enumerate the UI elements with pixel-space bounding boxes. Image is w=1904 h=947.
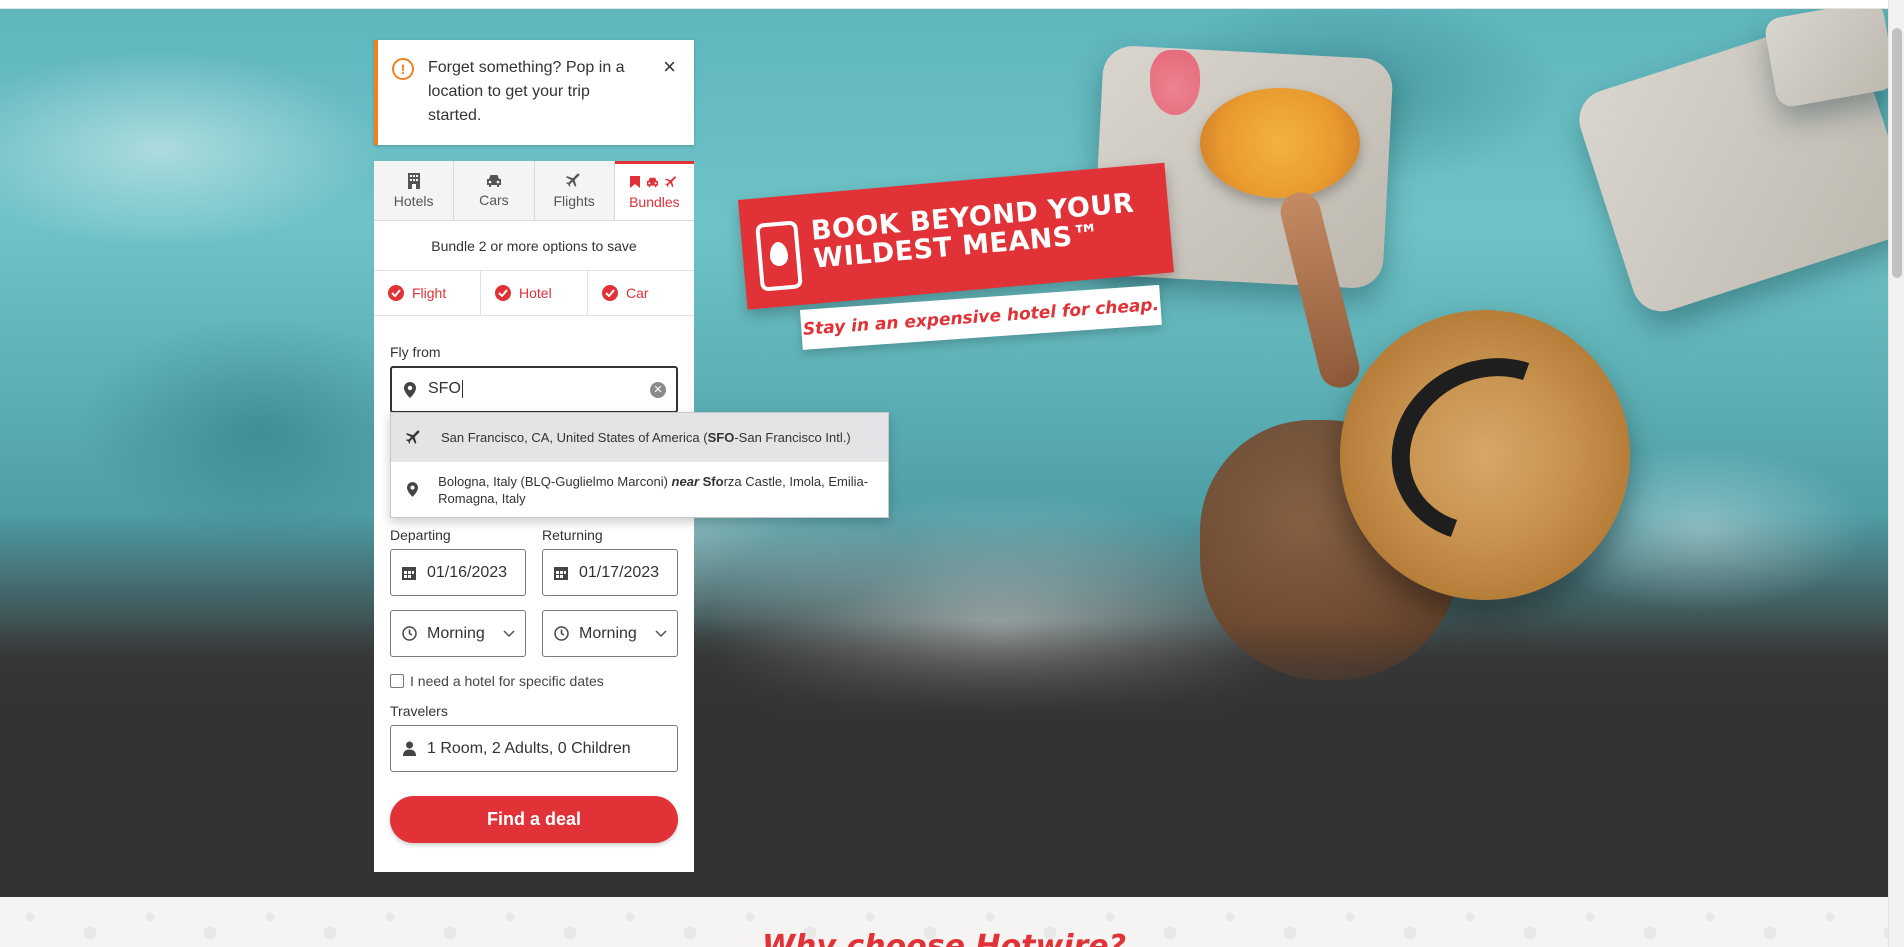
phone-flame-icon [755, 220, 803, 292]
page: BOOK BEYOND YOUR WILDEST MEANS™ Stay in … [0, 0, 1904, 947]
location-alert: ! Forget something? Pop in a location to… [374, 40, 694, 145]
returning-time-value: Morning [579, 624, 637, 642]
bookmark-icon [630, 176, 641, 188]
departing-time-select[interactable]: Morning [390, 610, 526, 657]
calendar-icon [401, 566, 417, 580]
returning-group: Returning 01/17/2023 [542, 527, 678, 596]
plane-icon [405, 429, 423, 446]
fly-from-input[interactable]: SFO ✕ [390, 366, 678, 413]
returning-date-value: 01/17/2023 [579, 563, 660, 581]
departing-label: Departing [390, 527, 451, 543]
travelers-label: Travelers [390, 703, 448, 719]
clock-icon [553, 626, 569, 641]
chevron-down-icon [655, 625, 667, 643]
hotel-dates-option: I need a hotel for specific dates [390, 673, 678, 689]
returning-date-input[interactable]: 01/17/2023 [542, 549, 678, 596]
tab-hotels[interactable]: Hotels [374, 161, 455, 220]
tab-flights[interactable]: Flights [534, 161, 615, 220]
fly-from-label: Fly from [390, 344, 441, 360]
tab-label: Bundles [629, 194, 680, 210]
hotel-dates-checkbox[interactable] [390, 674, 404, 688]
promo-badge: BOOK BEYOND YOUR WILDEST MEANS™ Stay in … [738, 162, 1174, 350]
scrollbar-thumb[interactable] [1892, 28, 1902, 278]
why-title: Why choose Hotwire? [761, 929, 1127, 947]
car-icon [486, 174, 502, 188]
tab-label: Flights [553, 192, 595, 209]
tab-label: Cars [479, 191, 509, 208]
chevron-down-icon [503, 625, 515, 643]
tab-cars[interactable]: Cars [454, 161, 535, 220]
calendar-icon [553, 566, 569, 580]
location-pin-icon [405, 482, 420, 497]
hero-fade [0, 620, 1888, 730]
fly-from-value: SFO [428, 380, 461, 398]
scrollbar[interactable] [1888, 0, 1904, 947]
departing-date-value: 01/16/2023 [427, 563, 508, 581]
suggestion-item[interactable]: San Francisco, CA, United States of Amer… [391, 413, 888, 462]
browser-top-edge [0, 0, 1888, 9]
text-caret [461, 380, 463, 399]
close-icon[interactable]: × [663, 56, 676, 78]
check-circle-icon [602, 285, 618, 301]
bundle-option-label: Hotel [519, 285, 552, 301]
dark-band [0, 720, 1888, 897]
departing-date-input[interactable]: 01/16/2023 [390, 549, 526, 596]
plane-icon [566, 172, 582, 189]
bundle-option-car[interactable]: Car [588, 271, 694, 315]
clear-input-icon[interactable]: ✕ [650, 381, 666, 398]
location-suggestions: San Francisco, CA, United States of Amer… [390, 412, 889, 518]
alert-message: Forget something? Pop in a location to g… [428, 59, 625, 124]
suggestion-item[interactable]: Bologna, Italy (BLQ-Guglielmo Marconi) n… [391, 462, 888, 517]
date-row: Departing 01/16/2023 Returning 01/17/202… [390, 527, 678, 596]
suggestion-text: Bologna, Italy (BLQ-Guglielmo Marconi) n… [438, 473, 869, 506]
bundle-icons [630, 174, 678, 190]
time-row: Morning Morning [390, 610, 678, 657]
travelers-input[interactable]: 1 Room, 2 Adults, 0 Children [390, 725, 678, 772]
bundle-note: Bundle 2 or more options to save [374, 221, 694, 271]
bundle-option-label: Flight [412, 285, 447, 301]
tab-bundles[interactable]: Bundles [614, 161, 694, 220]
bundle-option-label: Car [626, 285, 649, 301]
departing-group: Departing 01/16/2023 [390, 527, 526, 596]
location-pin-icon [402, 381, 418, 398]
person-icon [401, 741, 417, 756]
product-tabs: Hotels Cars Flights Bundles [374, 161, 694, 221]
returning-time-select[interactable]: Morning [542, 610, 678, 657]
car-icon [647, 177, 659, 187]
hotel-dates-label: I need a hotel for specific dates [410, 673, 604, 689]
tab-label: Hotels [393, 192, 434, 209]
bundle-option-hotel[interactable]: Hotel [481, 271, 588, 315]
hotel-icon [407, 172, 421, 189]
hero-pizza [1200, 88, 1360, 198]
warning-circle-icon: ! [392, 58, 414, 80]
find-deal-button[interactable]: Find a deal [390, 796, 678, 843]
travelers-value: 1 Room, 2 Adults, 0 Children [427, 739, 631, 757]
hero-drink-glass [1150, 50, 1200, 115]
suggestion-text: San Francisco, CA, United States of Amer… [441, 430, 851, 445]
check-circle-icon [495, 285, 511, 301]
check-circle-icon [388, 285, 404, 301]
returning-label: Returning [542, 527, 603, 543]
clock-icon [401, 626, 417, 641]
plane-icon [665, 175, 677, 187]
bundle-option-flight[interactable]: Flight [374, 271, 481, 315]
bundle-options: Flight Hotel Car [374, 271, 694, 316]
departing-time-value: Morning [427, 624, 485, 642]
